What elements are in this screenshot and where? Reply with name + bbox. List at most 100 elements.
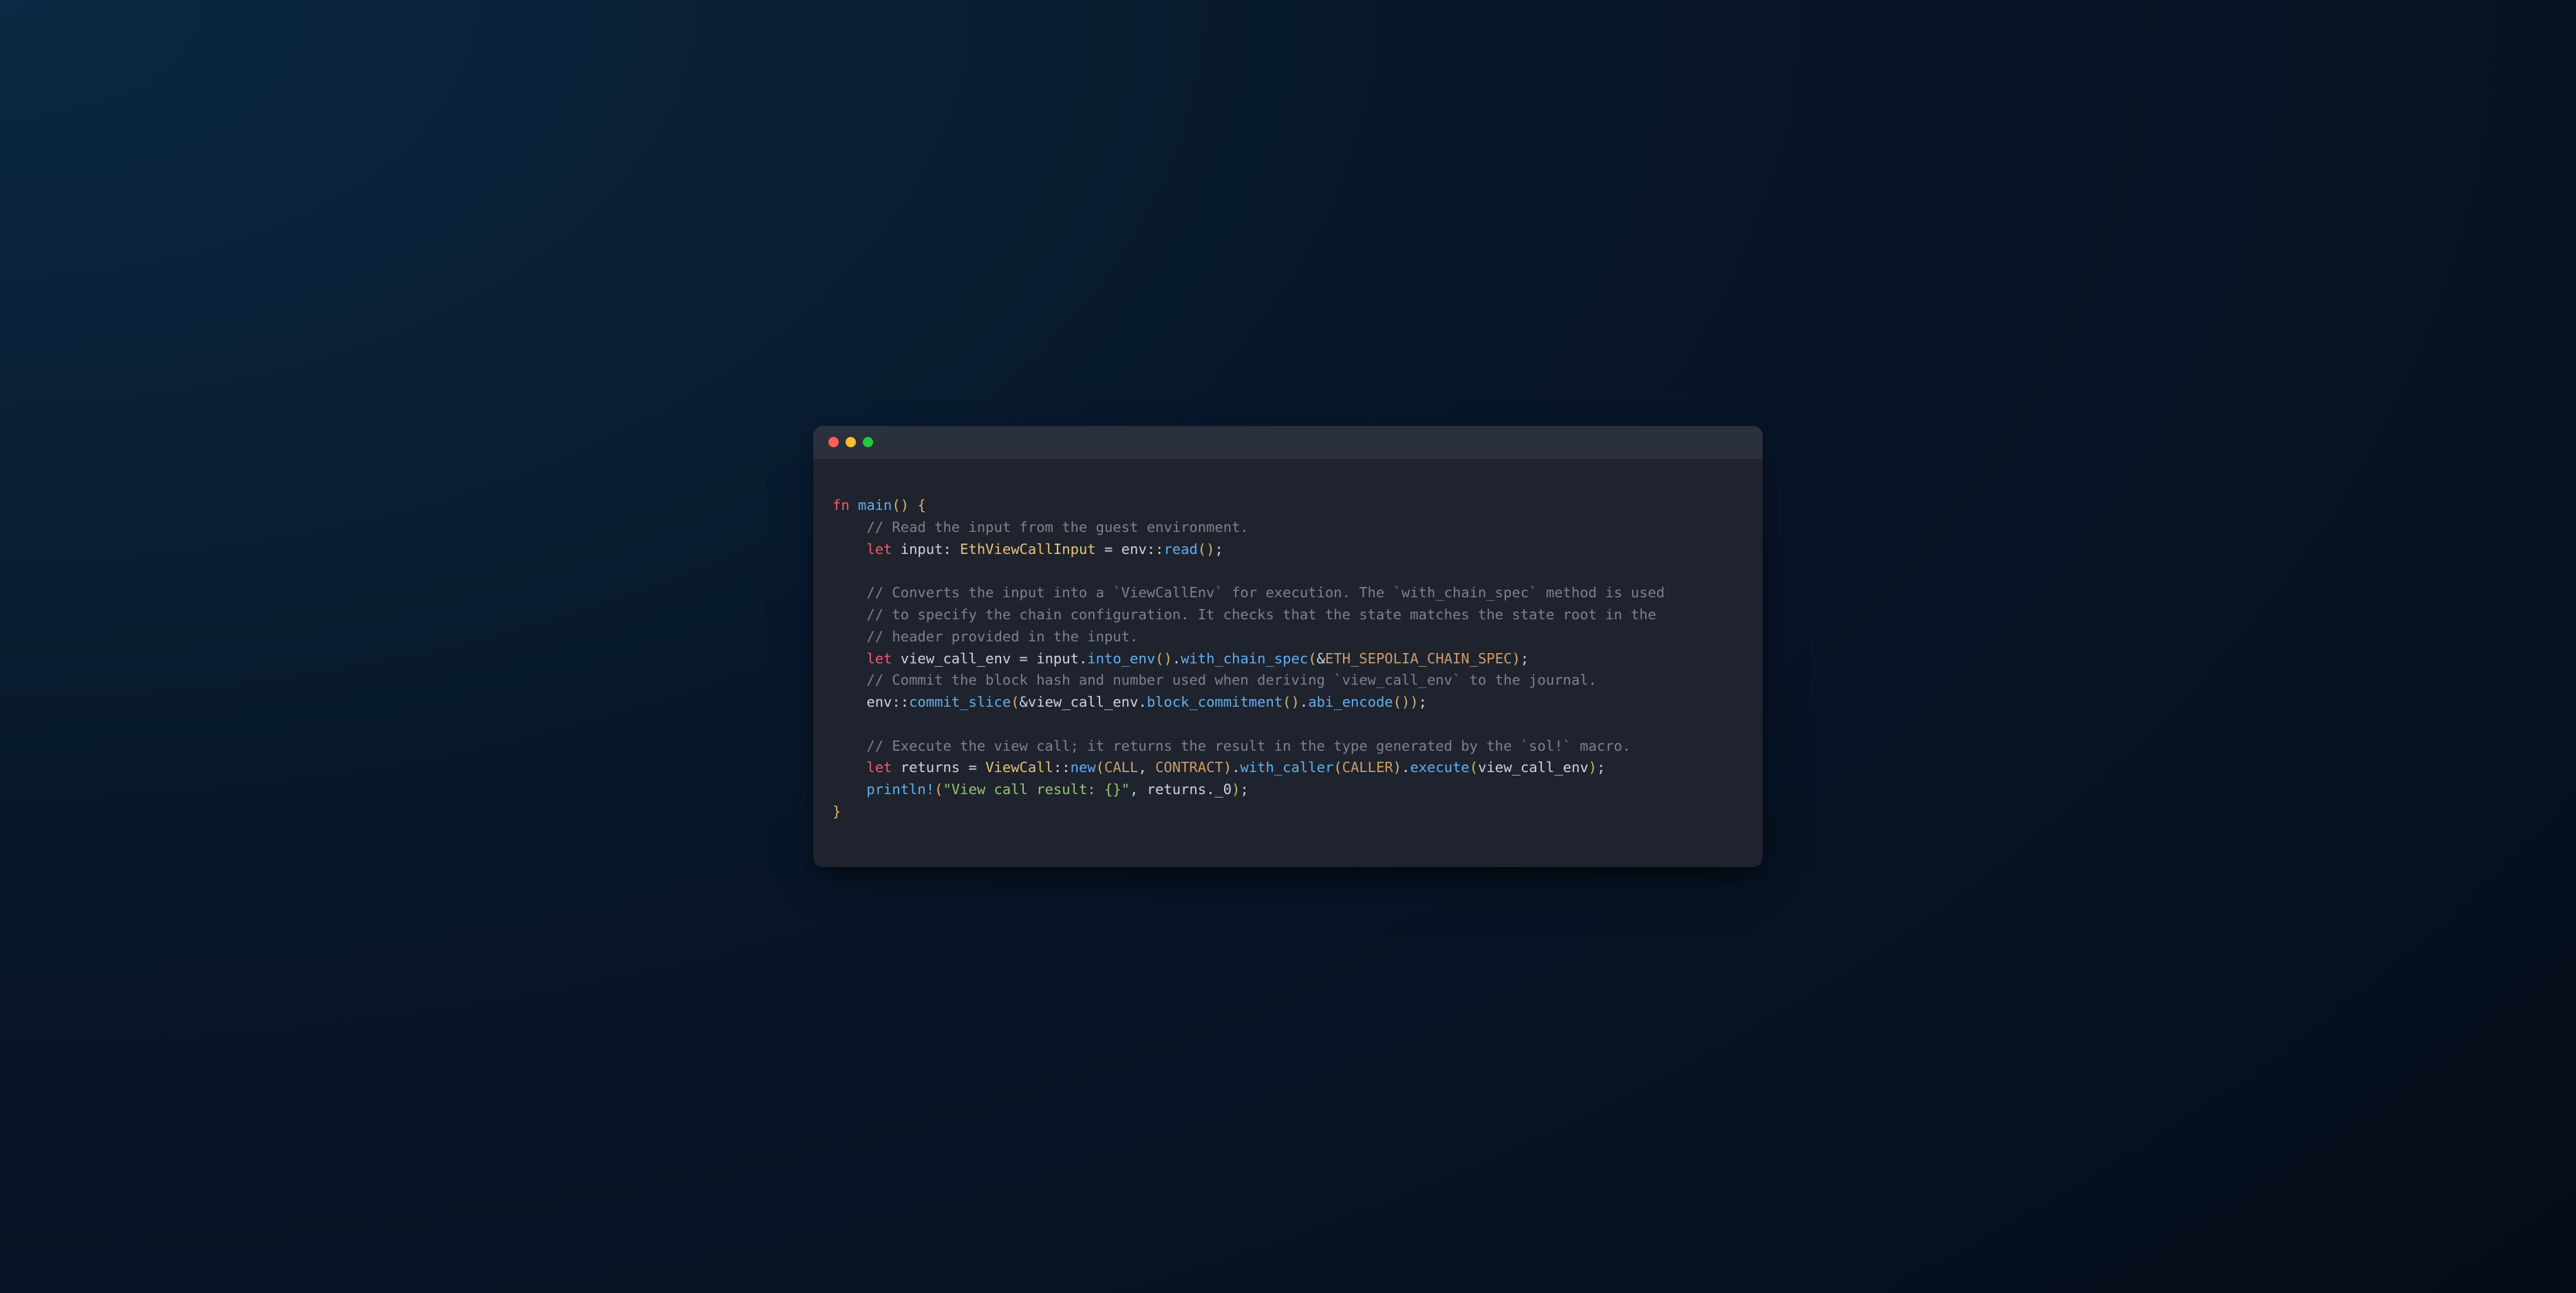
close-icon[interactable] (828, 437, 839, 447)
code-token (892, 650, 900, 667)
code-token: ; (1419, 694, 1427, 710)
code-token: & (1020, 694, 1028, 710)
code-token: () (1155, 650, 1172, 667)
code-token: env (1121, 541, 1147, 557)
code-token: let (866, 759, 892, 776)
code-token: ; (1597, 759, 1605, 776)
code-token: input (1036, 650, 1079, 667)
window-titlebar (813, 426, 1763, 459)
code-token: view_call_env (901, 650, 1011, 667)
code-token: let (866, 650, 892, 667)
code-token: :: (892, 694, 909, 710)
code-token (833, 628, 866, 645)
code-token: ( (1470, 759, 1478, 776)
code-token: . (1206, 781, 1214, 798)
code-token: // Converts the input into a `ViewCallEn… (866, 584, 1664, 601)
code-token: view_call_env (1478, 759, 1588, 776)
code-token: CALLER (1342, 759, 1393, 776)
code-token: ETH_SEPOLIA_CHAIN_SPEC (1325, 650, 1512, 667)
code-token: ) (1223, 759, 1232, 776)
code-token: } (833, 803, 841, 820)
code-token (892, 541, 900, 557)
code-token: ) (1232, 781, 1240, 798)
code-token (833, 650, 866, 667)
code-token: ()) (1393, 694, 1419, 710)
code-token (833, 738, 866, 754)
code-token: = (1011, 650, 1036, 667)
code-token: . (1300, 694, 1308, 710)
code-token: ( (1011, 694, 1019, 710)
code-token: // Read the input from the guest environ… (866, 519, 1248, 535)
code-token: execute (1410, 759, 1469, 776)
code-token: // Commit the block hash and number used… (866, 672, 1596, 688)
code-token: commit_slice (909, 694, 1011, 710)
code-token: . (1232, 759, 1240, 776)
code-token: CONTRACT (1155, 759, 1223, 776)
minimize-icon[interactable] (846, 437, 856, 447)
code-token: ( (1308, 650, 1316, 667)
code-token: ; (1214, 541, 1223, 557)
code-token: = (960, 759, 985, 776)
code-token: , (1130, 781, 1147, 798)
code-token: "View call result: {}" (943, 781, 1130, 798)
code-editor: fn main() { // Read the input from the g… (813, 473, 1763, 853)
code-token: () (892, 497, 909, 513)
code-token: . (1079, 650, 1087, 667)
code-token: , (1138, 759, 1155, 776)
code-token (833, 672, 866, 688)
code-token (833, 519, 866, 535)
code-token: ; (1240, 781, 1248, 798)
code-token (892, 759, 900, 776)
zoom-icon[interactable] (863, 437, 873, 447)
code-token (833, 781, 866, 798)
code-token: new (1071, 759, 1096, 776)
code-token (833, 541, 866, 557)
code-token: = (1096, 541, 1121, 557)
code-token: :: (1053, 759, 1071, 776)
code-token (833, 759, 866, 776)
code-token: ViewCall (985, 759, 1053, 776)
code-token: . (1402, 759, 1410, 776)
code-token: into_env (1087, 650, 1155, 667)
code-token: // header provided in the input. (866, 628, 1138, 645)
code-token: let (866, 541, 892, 557)
code-token: returns (901, 759, 960, 776)
code-token: ) (1393, 759, 1402, 776)
code-token: : (943, 541, 960, 557)
code-token (909, 497, 917, 513)
code-token: () (1282, 694, 1300, 710)
code-token: EthViewCallInput (960, 541, 1095, 557)
code-token (833, 694, 866, 710)
code-token: ( (934, 781, 943, 798)
code-token: main (858, 497, 892, 513)
code-token: ) (1512, 650, 1520, 667)
code-token: read (1163, 541, 1197, 557)
code-token (833, 606, 866, 623)
code-token: abi_encode (1308, 694, 1393, 710)
code-token: ; (1521, 650, 1529, 667)
code-token: // Execute the view call; it returns the… (866, 738, 1631, 754)
code-token: _0 (1214, 781, 1232, 798)
code-token: ) (1589, 759, 1597, 776)
code-window: fn main() { // Read the input from the g… (813, 426, 1763, 867)
code-token (850, 497, 858, 513)
code-token: ( (1096, 759, 1104, 776)
code-token: println! (866, 781, 934, 798)
code-token: { (917, 497, 925, 513)
code-token: & (1317, 650, 1325, 667)
code-token (833, 584, 866, 601)
code-token: block_commitment (1147, 694, 1282, 710)
code-token: . (1172, 650, 1181, 667)
code-token: returns (1147, 781, 1206, 798)
code-token: () (1198, 541, 1215, 557)
code-token: :: (1147, 541, 1164, 557)
code-token: fn (833, 497, 850, 513)
code-token: with_chain_spec (1181, 650, 1308, 667)
code-token: ( (1333, 759, 1342, 776)
code-token: input (901, 541, 943, 557)
code-token: . (1138, 694, 1146, 710)
code-token: CALL (1104, 759, 1138, 776)
code-token: env (866, 694, 892, 710)
code-token: with_caller (1241, 759, 1334, 776)
code-token: // to specify the chain configuration. I… (866, 606, 1656, 623)
